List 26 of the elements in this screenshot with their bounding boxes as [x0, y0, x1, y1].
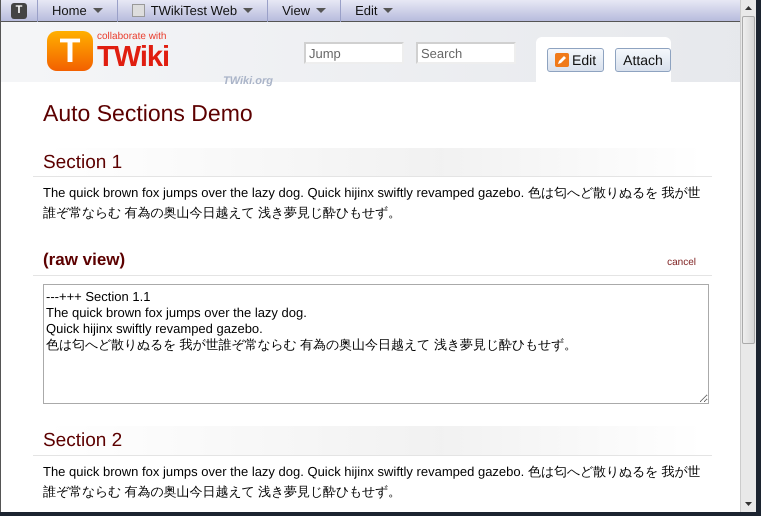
search-field[interactable]: Search — [416, 42, 516, 64]
logo-wordmark[interactable]: TWiki — [97, 43, 170, 71]
caret-icon — [92, 8, 103, 13]
toolbar-logo[interactable]: T — [11, 2, 27, 18]
logo-tagline: collaborate with — [97, 31, 168, 43]
section-heading: Section 2 — [33, 426, 712, 456]
attach-button[interactable]: Attach — [615, 48, 671, 72]
site-watermark-text: TWiki.org — [223, 74, 274, 89]
caret-icon — [316, 8, 326, 13]
caret-icon — [243, 8, 254, 13]
raw-text-area[interactable]: ---+++ Section 1.1 The quick brown fox jumps over the lazy dog. Quick hijinx swiftly revamped gazebo. 色は匂へど散りぬるを 我が世誰ぞ常ならむ 有為の奥山今日越えて 浅き夢見じ酔ひもせず。 — [43, 284, 709, 404]
section-heading: (raw view) — [43, 249, 126, 272]
scroll-down-icon[interactable] — [745, 502, 752, 506]
scrollbar[interactable] — [740, 0, 756, 512]
jump-field[interactable]: Jump — [304, 42, 404, 64]
paragraph: The quick brown fox jumps over the lazy dog. Quick hijinx swiftly revamped gazebo. 色は匂へど散りぬるを 我が世誰ぞ常ならむ 有為の奥山今日越えて 浅き夢見じ酔ひもせず。 — [42, 184, 702, 222]
scrollbar-thumb[interactable] — [742, 16, 755, 344]
pencil-icon — [555, 53, 569, 67]
edit-button[interactable]: Edit — [547, 48, 604, 72]
section-heading: Section 1 — [33, 148, 712, 178]
cancel-link[interactable]: cancel — [667, 255, 696, 270]
scroll-up-icon[interactable] — [745, 6, 752, 10]
caret-icon — [383, 8, 394, 13]
page-title: Auto Sections Demo — [43, 100, 254, 128]
paragraph: The quick brown fox jumps over the lazy dog. Quick hijinx swiftly revamped gazebo. 色は匂へど散りぬるを 我が世誰ぞ常ならむ 有為の奥山今日越えて 浅き夢見じ酔ひもせず。 — [42, 462, 702, 501]
web-icon — [132, 4, 145, 17]
